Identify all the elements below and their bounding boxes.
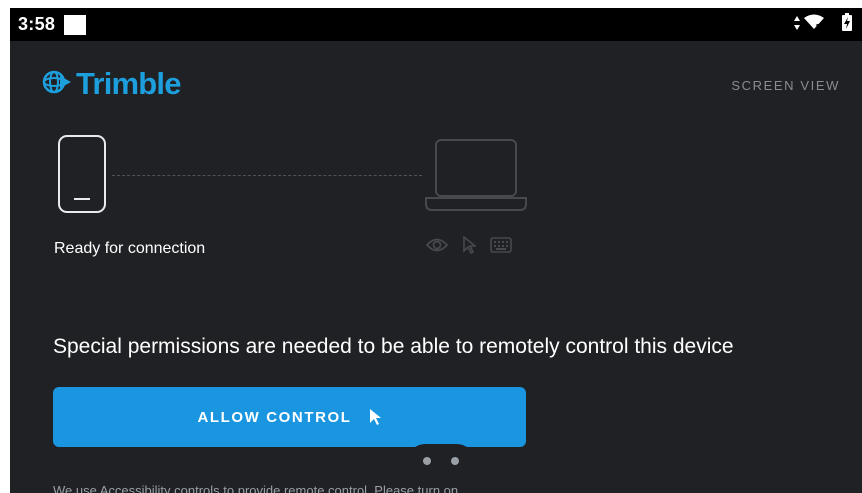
capability-icons: [425, 235, 512, 258]
trimble-logo: Trimble: [42, 66, 181, 102]
permissions-message: Special permissions are needed to be abl…: [53, 335, 734, 358]
page-indicator[interactable]: [408, 444, 474, 478]
battery-charging-icon: [842, 13, 852, 35]
data-arrows-icon: [794, 15, 800, 34]
connection-status: Ready for connection: [54, 240, 206, 257]
page-dot[interactable]: [423, 457, 431, 465]
phone-icon: [58, 135, 106, 213]
status-bar: 3:58 5: [10, 8, 862, 41]
status-time: 3:58: [18, 14, 56, 34]
device-screen: 3:58 5 Trimble SCREEN VIEW Ready for con…: [10, 8, 862, 493]
globe-icon: [42, 67, 72, 101]
cursor-icon: [368, 408, 382, 426]
page-dot[interactable]: [451, 457, 459, 465]
accessibility-footnote: We use Accessibility controls to provide…: [53, 483, 459, 493]
svg-text:5: 5: [816, 24, 820, 30]
status-icons: 5: [794, 13, 852, 35]
connection-line: [112, 175, 422, 176]
wifi-icon: 5: [804, 14, 824, 34]
keyboard-icon: [490, 237, 512, 257]
screen-view-label[interactable]: SCREEN VIEW: [731, 78, 840, 93]
laptop-icon: [424, 138, 528, 216]
allow-control-label: ALLOW CONTROL: [197, 408, 352, 426]
pointer-icon: [462, 235, 478, 258]
logo-text: Trimble: [76, 66, 181, 101]
allow-control-button[interactable]: ALLOW CONTROL: [53, 387, 526, 447]
notification-icon: [64, 15, 86, 35]
eye-icon: [425, 237, 449, 257]
